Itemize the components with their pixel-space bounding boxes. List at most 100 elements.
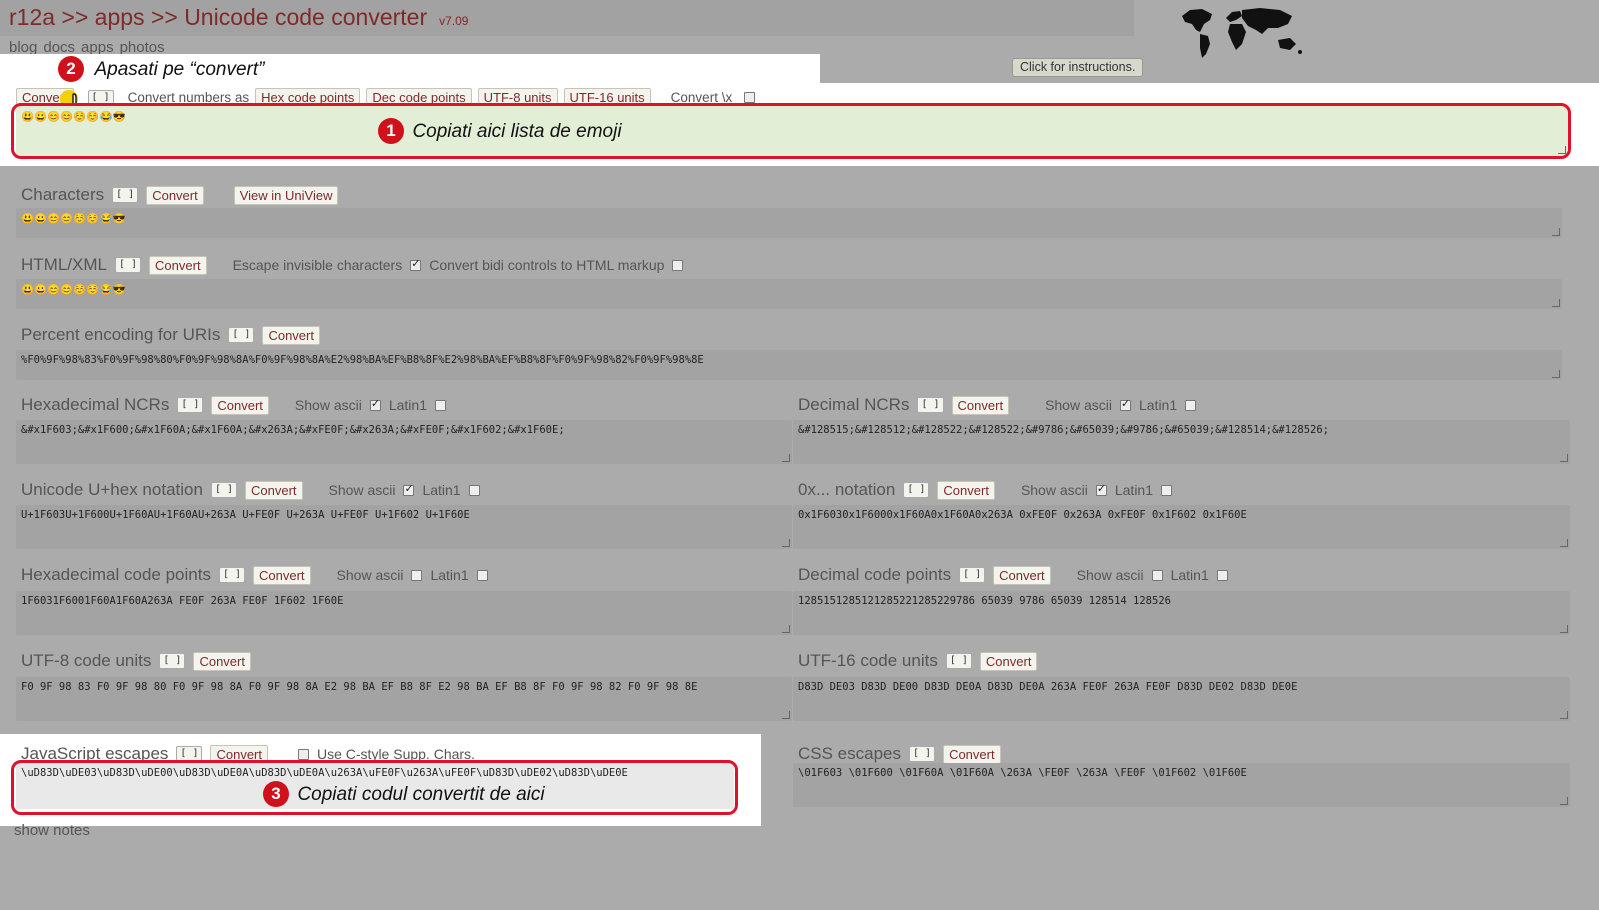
step3-annotation: 3 Copiati codul convertit de aici bbox=[263, 781, 545, 807]
escape-invisible-checkbox[interactable] bbox=[410, 257, 422, 271]
deccp-show-ascii-checkbox[interactable] bbox=[1151, 569, 1163, 581]
step2-annotation: 2 Apasati pe “convert” bbox=[58, 56, 264, 82]
utf16-bracket-button[interactable]: [ ] bbox=[945, 653, 972, 669]
hexcp-convert-button[interactable]: Convert bbox=[253, 565, 311, 585]
utf8-convert-button[interactable]: Convert bbox=[193, 651, 251, 671]
resize-handle[interactable] bbox=[782, 539, 790, 547]
characters-bracket-button[interactable]: [ ] bbox=[112, 187, 139, 203]
cstyle-checkbox[interactable] bbox=[298, 748, 309, 760]
hexncr-bracket-button[interactable]: [ ] bbox=[177, 397, 204, 413]
characters-header: Characters [ ] Convert View in UniView bbox=[21, 185, 339, 205]
decncr-convert-button[interactable]: Convert bbox=[951, 395, 1010, 415]
uplus-show-ascii-checkbox[interactable] bbox=[403, 482, 415, 496]
bidi-controls-checkbox[interactable] bbox=[672, 259, 684, 271]
hexcp-latin1-checkbox[interactable] bbox=[476, 569, 488, 581]
resize-handle[interactable] bbox=[1560, 539, 1568, 547]
uplus-bracket-button[interactable]: [ ] bbox=[210, 482, 237, 498]
deccp-textarea[interactable]: 1285151285121285221285229786 65039 9786 … bbox=[793, 591, 1570, 635]
deccp-convert-button[interactable]: Convert bbox=[993, 565, 1051, 585]
step2-badge: 2 bbox=[58, 56, 84, 82]
hexncr-convert-button[interactable]: Convert bbox=[211, 395, 269, 415]
hexcp-show-ascii-label: Show ascii bbox=[336, 567, 404, 583]
resize-handle[interactable] bbox=[782, 625, 790, 633]
uplus-title: Unicode U+hex notation bbox=[21, 480, 203, 499]
uplus-header: Unicode U+hex notation [ ] Convert Show … bbox=[21, 480, 480, 500]
characters-title: Characters bbox=[21, 185, 105, 204]
version-label: v7.09 bbox=[439, 14, 469, 28]
resize-handle[interactable] bbox=[1560, 625, 1568, 633]
characters-convert-button[interactable]: Convert bbox=[146, 185, 204, 205]
deccp-header: Decimal code points [ ] Convert Show asc… bbox=[798, 565, 1228, 585]
html-textarea[interactable]: 😃😀😊😊☺️☺️😂😎 bbox=[16, 279, 1562, 309]
resize-handle[interactable] bbox=[782, 711, 790, 719]
css-textarea[interactable]: \01F603 \01F600 \01F60A \01F60A \263A \F… bbox=[793, 763, 1570, 807]
decncr-show-ascii-label: Show ascii bbox=[1045, 397, 1112, 413]
hexncr-latin1-checkbox[interactable] bbox=[435, 399, 446, 411]
view-in-uniview-button[interactable]: View in UniView bbox=[233, 185, 339, 205]
uplus-textarea[interactable]: U+1F603U+1F600U+1F60AU+1F60AU+263A U+FE0… bbox=[16, 505, 792, 549]
css-header: CSS escapes [ ] Convert bbox=[798, 744, 1001, 764]
percent-convert-button[interactable]: Convert bbox=[262, 325, 320, 345]
hexcp-bracket-button[interactable]: [ ] bbox=[218, 567, 246, 583]
resize-handle[interactable] bbox=[1560, 797, 1568, 805]
resize-handle[interactable] bbox=[1552, 370, 1560, 378]
step1-text: Copiati aici lista de emoji bbox=[412, 120, 622, 142]
utf8-title: UTF-8 code units bbox=[21, 651, 152, 670]
decncr-bracket-button[interactable]: [ ] bbox=[917, 397, 944, 413]
show-notes-link[interactable]: show notes bbox=[14, 822, 90, 839]
zerox-show-ascii-checkbox[interactable] bbox=[1095, 482, 1107, 496]
decncr-latin1-checkbox[interactable] bbox=[1185, 399, 1197, 411]
decncr-show-ascii-checkbox[interactable] bbox=[1119, 397, 1131, 411]
css-convert-button[interactable]: Convert bbox=[943, 744, 1001, 764]
hexncr-latin1-label: Latin1 bbox=[388, 397, 427, 413]
hexncr-header: Hexadecimal NCRs [ ] Convert Show ascii … bbox=[21, 395, 446, 415]
utf8-header: UTF-8 code units [ ] Convert bbox=[21, 651, 251, 671]
percent-title: Percent encoding for URIs bbox=[21, 325, 221, 344]
world-map-logo bbox=[1182, 8, 1302, 58]
hexncr-textarea[interactable]: &#x1F603;&#x1F600;&#x1F60A;&#x1F60A;&#x2… bbox=[16, 420, 792, 464]
step3-badge: 3 bbox=[263, 781, 289, 807]
zerox-header: 0x... notation [ ] Convert Show ascii La… bbox=[798, 480, 1173, 500]
step1-annotation: 1 Copiati aici lista de emoji bbox=[378, 118, 622, 144]
step1-highlight-box bbox=[11, 103, 1571, 159]
resize-handle[interactable] bbox=[1552, 299, 1560, 307]
zerox-bracket-button[interactable]: [ ] bbox=[903, 482, 930, 498]
html-bracket-button[interactable]: [ ] bbox=[114, 257, 142, 273]
resize-handle[interactable] bbox=[782, 454, 790, 462]
resize-handle[interactable] bbox=[1560, 454, 1568, 462]
step3-text: Copiati codul convertit de aici bbox=[297, 783, 545, 805]
percent-textarea[interactable]: %F0%9F%98%83%F0%9F%98%80%F0%9F%98%8A%F0%… bbox=[16, 350, 1562, 380]
zerox-convert-button[interactable]: Convert bbox=[937, 480, 995, 500]
utf8-textarea[interactable]: F0 9F 98 83 F0 9F 98 80 F0 9F 98 8A F0 9… bbox=[16, 677, 792, 721]
zerox-textarea[interactable]: 0x1F6030x1F6000x1F60A0x1F60A0x263A 0xFE0… bbox=[793, 505, 1570, 549]
instructions-button[interactable]: Click for instructions. bbox=[1012, 58, 1144, 77]
resize-handle[interactable] bbox=[1560, 711, 1568, 719]
hexcp-show-ascii-checkbox[interactable] bbox=[411, 569, 423, 581]
convert-x-checkbox[interactable] bbox=[744, 92, 756, 103]
decncr-latin1-label: Latin1 bbox=[1138, 397, 1178, 413]
hexcp-textarea[interactable]: 1F6031F6001F60A1F60A263A FE0F 263A FE0F … bbox=[16, 591, 792, 635]
html-header: HTML/XML [ ] Convert Escape invisible ch… bbox=[21, 255, 684, 275]
css-bracket-button[interactable]: [ ] bbox=[909, 746, 936, 762]
resize-handle[interactable] bbox=[1552, 228, 1560, 236]
bidi-controls-label: Convert bidi controls to HTML markup bbox=[429, 257, 665, 273]
step1-badge: 1 bbox=[378, 118, 404, 144]
deccp-latin1-checkbox[interactable] bbox=[1216, 569, 1228, 581]
decncr-textarea[interactable]: &#128515;&#128512;&#128522;&#128522;&#97… bbox=[793, 420, 1570, 464]
zerox-show-ascii-label: Show ascii bbox=[1020, 482, 1088, 498]
utf16-textarea[interactable]: D83D DE03 D83D DE00 D83D DE0A D83D DE0A … bbox=[793, 677, 1570, 721]
uplus-latin1-checkbox[interactable] bbox=[468, 484, 480, 496]
html-convert-button[interactable]: Convert bbox=[149, 255, 207, 275]
uplus-convert-button[interactable]: Convert bbox=[245, 480, 303, 500]
percent-bracket-button[interactable]: [ ] bbox=[228, 327, 255, 343]
utf8-bracket-button[interactable]: [ ] bbox=[159, 653, 186, 669]
deccp-bracket-button[interactable]: [ ] bbox=[959, 567, 986, 583]
percent-header: Percent encoding for URIs [ ] Convert bbox=[21, 325, 320, 345]
deccp-latin1-label: Latin1 bbox=[1170, 567, 1209, 583]
utf16-title: UTF-16 code units bbox=[798, 651, 938, 670]
deccp-title: Decimal code points bbox=[798, 565, 952, 584]
utf16-convert-button[interactable]: Convert bbox=[979, 651, 1038, 671]
characters-textarea[interactable]: 😃😀😊😊☺️☺️😂😎 bbox=[16, 208, 1562, 238]
hexncr-show-ascii-checkbox[interactable] bbox=[369, 397, 381, 411]
zerox-latin1-checkbox[interactable] bbox=[1161, 484, 1173, 496]
